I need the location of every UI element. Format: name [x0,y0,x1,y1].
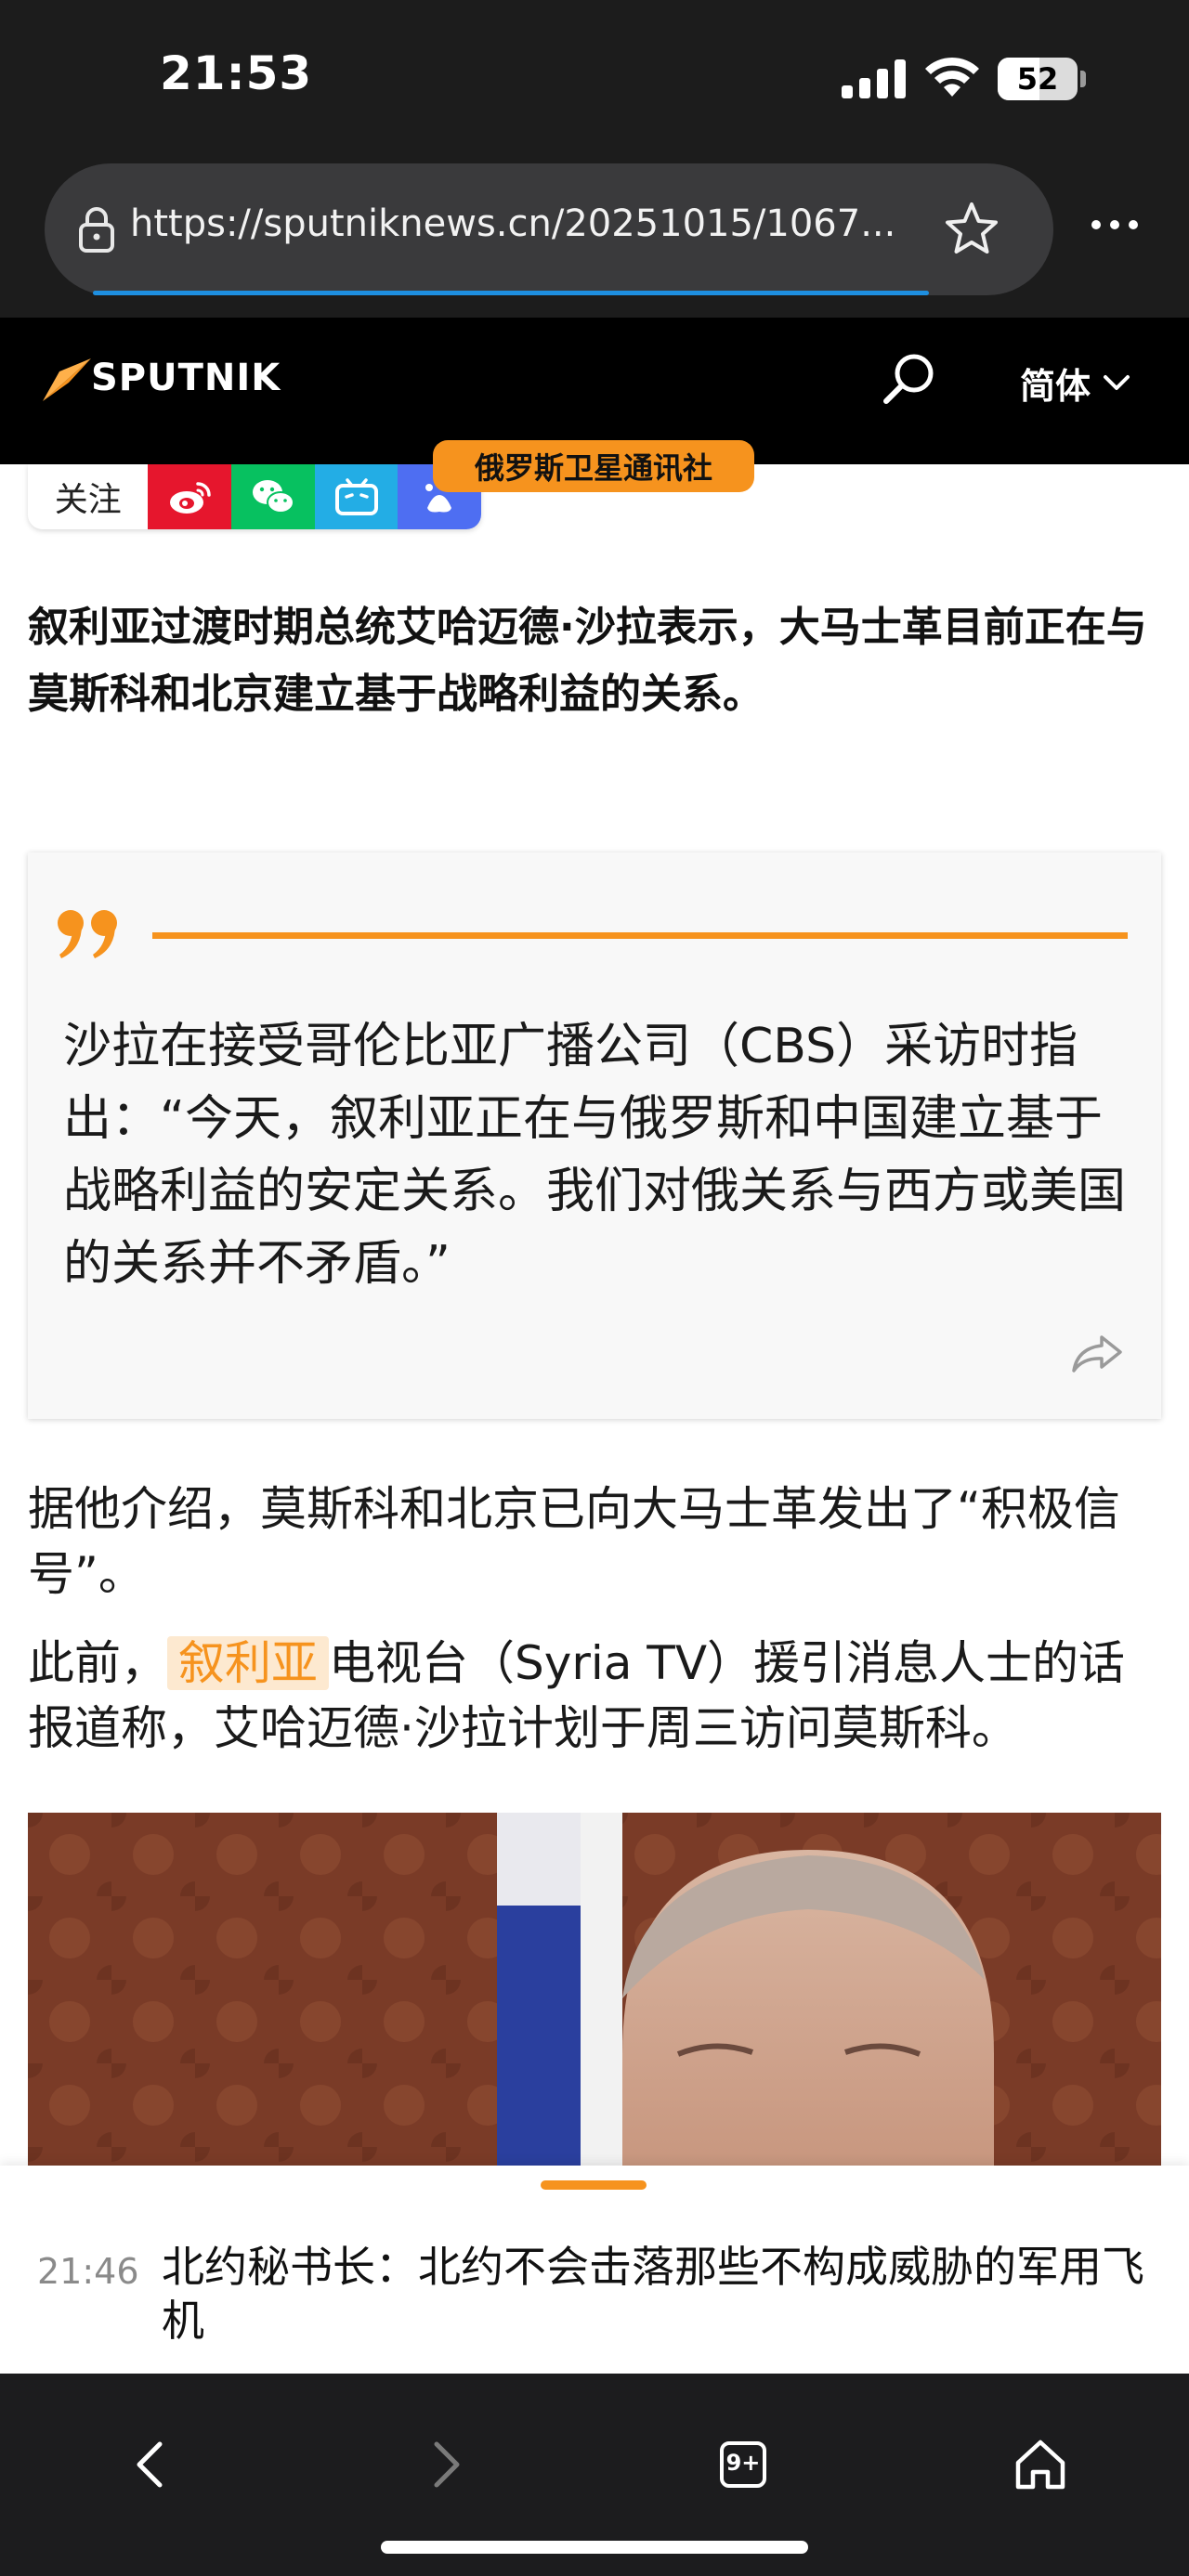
news-title[interactable]: 北约秘书长：北约不会击落那些不构成威胁的军用飞机 [162,2240,1165,2348]
status-time: 21:53 [160,46,313,100]
bilibili-icon [334,478,378,515]
news-time: 21:46 [37,2251,139,2292]
quote-divider [152,932,1128,939]
battery-percent: 52 [1016,61,1059,97]
search-icon[interactable] [879,349,938,409]
article-paragraph-2: 此前， 叙利亚 电视台（Syria TV）援引消息人士的话报道称，艾哈迈德·沙拉计划… [28,1631,1161,1761]
wifi-icon [925,57,979,97]
article-paragraph-1: 据他介绍，莫斯科和北京已向大马士革发出了“积极信号”。 [28,1482,1120,1601]
status-bar: 21:53 52 [0,0,1189,158]
panel-handle[interactable] [541,2180,647,2190]
article-photo[interactable] [28,1813,1161,2166]
url-text[interactable]: https://sputniknews.cn/20251015/1067... [130,202,901,245]
chevron-down-icon [1104,375,1130,390]
quote-mark-icon [58,910,117,958]
sputnik-logo-icon[interactable] [41,355,93,403]
browser-toolbar: 9+ [0,2374,1189,2576]
tabs-count: 9+ [725,2450,761,2476]
share-icon[interactable] [1070,1334,1124,1374]
tabs-button[interactable]: 9+ [719,2440,767,2489]
weibo-button[interactable] [148,464,232,529]
home-indicator[interactable] [381,2541,808,2554]
language-selector[interactable]: 简体 [1020,355,1131,410]
back-icon[interactable] [130,2437,167,2492]
weibo-icon [170,482,212,514]
more-menu-icon[interactable] [1087,215,1143,234]
agency-badge: 俄罗斯卫星通讯社 [433,440,754,492]
page-load-progress [93,291,929,295]
site-logo[interactable]: SPUTNIK [91,357,281,399]
browser-address-area: https://sputniknews.cn/20251015/1067... [0,158,1189,318]
article-lead: 叙利亚过渡时期总统艾哈迈德·沙拉表示，大马士革目前正在与莫斯科和北京建立基于战略… [28,604,1147,718]
wechat-icon [252,480,294,514]
forward-icon[interactable] [429,2437,466,2492]
quote-text: 沙拉在接受哥伦比亚广播公司（CBS）采访时指出：“今天，叙利亚正在与俄罗斯和中国… [63,1019,1127,1292]
home-icon[interactable] [1013,2437,1068,2492]
syria-tag-link[interactable]: 叙利亚 [167,1636,329,1690]
lock-icon [79,207,114,253]
language-label: 简体 [1020,365,1091,407]
battery-indicator: 52 [998,58,1087,100]
wechat-button[interactable] [231,464,315,529]
paragraph-prefix: 此前， [28,1636,167,1690]
quote-block: 沙拉在接受哥伦比亚广播公司（CBS）采访时指出：“今天，叙利亚正在与俄罗斯和中国… [28,852,1161,1419]
follow-bar: 关注 [28,464,481,529]
cellular-signal-icon [842,59,906,98]
address-bar[interactable]: https://sputniknews.cn/20251015/1067... [45,163,1053,295]
breaking-news-panel[interactable]: 21:46 北约秘书长：北约不会击落那些不构成威胁的军用飞机 [0,2166,1189,2374]
bookmark-star-icon[interactable] [942,199,1001,258]
follow-label: 关注 [28,464,149,529]
bilibili-button[interactable] [314,464,399,529]
